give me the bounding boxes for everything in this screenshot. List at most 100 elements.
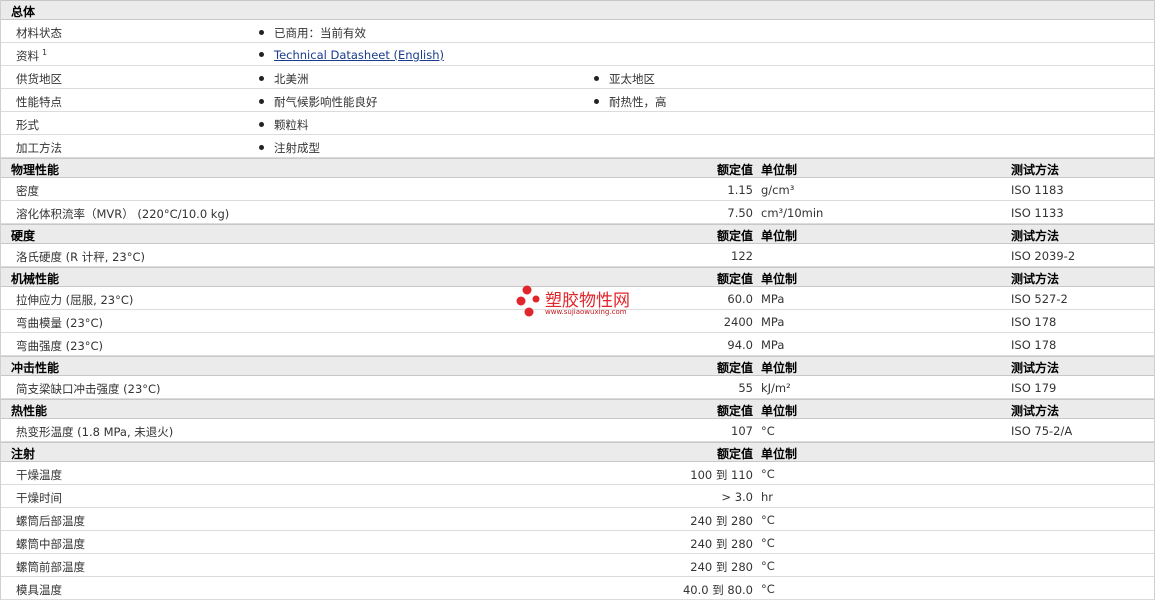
bullet-icon (259, 99, 264, 104)
section-general-header: 总体 (1, 0, 1154, 20)
row-unit: kJ/m² (761, 381, 791, 395)
row-unit: °C (761, 424, 775, 438)
table-row: 螺筒前部温度 240 到 280 °C (1, 554, 1154, 577)
section-title: 热性能 (11, 404, 48, 418)
row-method: ISO 527-2 (1011, 292, 1068, 306)
section-title: 机械性能 (11, 272, 60, 286)
column-header-method: 测试方法 (1011, 361, 1060, 375)
section-title: 冲击性能 (11, 361, 60, 375)
row-unit: °C (761, 582, 775, 596)
table-row: 密度 1.15 g/cm³ ISO 1183 (1, 178, 1154, 201)
datasheet-link[interactable]: Technical Datasheet (English) (274, 48, 444, 62)
bullet-icon (594, 76, 599, 81)
row-value: 7.50 (727, 206, 753, 220)
section-title: 物理性能 (11, 163, 60, 177)
column-header-value: 额定值 (716, 163, 753, 177)
row-unit: MPa (761, 315, 785, 329)
bullet-value: 亚太地区 (594, 71, 655, 87)
table-row: 弯曲强度 (23°C) 94.0 MPa ISO 178 (1, 333, 1154, 356)
column-header-unit: 单位制 (761, 163, 798, 177)
column-header-unit: 单位制 (761, 229, 798, 243)
row-unit: hr (761, 490, 774, 504)
bullet-value: 北美洲 (259, 71, 309, 87)
section-physical-header: 物理性能 额定值 单位制 测试方法 (1, 158, 1154, 178)
row-label: 材料状态 (16, 26, 62, 40)
section-impact-header: 冲击性能 额定值 单位制 测试方法 (1, 356, 1154, 376)
table-row: 材料状态 已商用：当前有效 (1, 20, 1154, 43)
column-header-unit: 单位制 (761, 272, 798, 286)
row-label: 加工方法 (16, 141, 62, 155)
section-title: 硬度 (11, 229, 36, 243)
column-header-method: 测试方法 (1011, 163, 1060, 177)
table-row: 简支梁缺口冲击强度 (23°C) 55 kJ/m² ISO 179 (1, 376, 1154, 399)
row-label: 形式 (16, 118, 39, 132)
bullet-value: Technical Datasheet (English) (259, 48, 444, 62)
bullet-icon (594, 99, 599, 104)
logo-dots-icon (516, 285, 540, 317)
watermark-logo: 塑胶物性网 www.sujiaowuxing.com (515, 284, 645, 320)
bullet-icon (259, 30, 264, 35)
row-label: 简支梁缺口冲击强度 (23°C) (16, 382, 161, 396)
row-label: 溶化体积流率（MVR） (220°C/10.0 kg) (16, 207, 230, 221)
table-row: 溶化体积流率（MVR） (220°C/10.0 kg) 7.50 cm³/10m… (1, 201, 1154, 224)
bullet-icon (259, 145, 264, 150)
table-row: 加工方法 注射成型 (1, 135, 1154, 158)
column-header-value: 额定值 (716, 272, 753, 286)
row-value: 94.0 (727, 338, 753, 352)
row-unit: MPa (761, 292, 785, 306)
bullet-value: 耐气候影响性能良好 (259, 94, 378, 110)
bullet-icon (259, 122, 264, 127)
section-title: 注射 (11, 447, 36, 461)
table-row: 干燥温度 100 到 110 °C (1, 462, 1154, 485)
section-hardness-header: 硬度 额定值 单位制 测试方法 (1, 224, 1154, 244)
row-label: 模具温度 (16, 583, 62, 597)
row-label: 干燥时间 (16, 491, 62, 505)
footnote-marker: 1 (42, 48, 48, 57)
row-value: 55 (738, 381, 753, 395)
row-value: 60.0 (727, 292, 753, 306)
column-header-unit: 单位制 (761, 361, 798, 375)
row-label: 资料 1 (16, 48, 48, 63)
table-row: 洛氏硬度 (R 计秤, 23°C) 122 ISO 2039-2 (1, 244, 1154, 267)
row-value: 240 到 280 (690, 537, 753, 551)
row-label: 洛氏硬度 (R 计秤, 23°C) (16, 250, 145, 264)
table-row: 模具温度 40.0 到 80.0 °C (1, 577, 1154, 600)
column-header-method: 测试方法 (1011, 229, 1060, 243)
row-label: 螺筒中部温度 (16, 537, 85, 551)
table-row: 热变形温度 (1.8 MPa, 未退火) 107 °C ISO 75-2/A (1, 419, 1154, 442)
row-label: 供货地区 (16, 72, 62, 86)
bullet-icon (259, 76, 264, 81)
table-row: 性能特点 耐气候影响性能良好 耐热性，高 (1, 89, 1154, 112)
row-label: 热变形温度 (1.8 MPa, 未退火) (16, 425, 174, 439)
row-unit: °C (761, 559, 775, 573)
row-method: ISO 178 (1011, 338, 1057, 352)
row-label: 性能特点 (16, 95, 62, 109)
row-method: ISO 2039-2 (1011, 249, 1076, 263)
row-value: 100 到 110 (690, 468, 753, 482)
row-method: ISO 75-2/A (1011, 424, 1073, 438)
row-method: ISO 179 (1011, 381, 1057, 395)
column-header-method: 测试方法 (1011, 272, 1060, 286)
section-title: 总体 (11, 5, 36, 19)
section-injection-header: 注射 额定值 单位制 (1, 442, 1154, 462)
row-unit: MPa (761, 338, 785, 352)
row-label: 拉伸应力 (屈服, 23°C) (16, 293, 134, 307)
table-row: 资料 1 Technical Datasheet (English) (1, 43, 1154, 66)
row-unit: °C (761, 536, 775, 550)
row-label: 螺筒后部温度 (16, 514, 85, 528)
row-method: ISO 178 (1011, 315, 1057, 329)
row-value: > 3.0 (721, 490, 753, 504)
column-header-value: 额定值 (716, 229, 753, 243)
row-unit: °C (761, 513, 775, 527)
row-unit: °C (761, 467, 775, 481)
row-label: 弯曲模量 (23°C) (16, 316, 104, 330)
row-label: 干燥温度 (16, 468, 62, 482)
row-value: 240 到 280 (690, 560, 753, 574)
bullet-value: 耐热性，高 (594, 94, 667, 110)
bullet-value: 已商用：当前有效 (259, 25, 366, 41)
row-value: 240 到 280 (690, 514, 753, 528)
table-row: 形式 颗粒料 (1, 112, 1154, 135)
section-thermal-header: 热性能 额定值 单位制 测试方法 (1, 399, 1154, 419)
bullet-value: 颗粒料 (259, 117, 309, 133)
row-method: ISO 1133 (1011, 206, 1064, 220)
